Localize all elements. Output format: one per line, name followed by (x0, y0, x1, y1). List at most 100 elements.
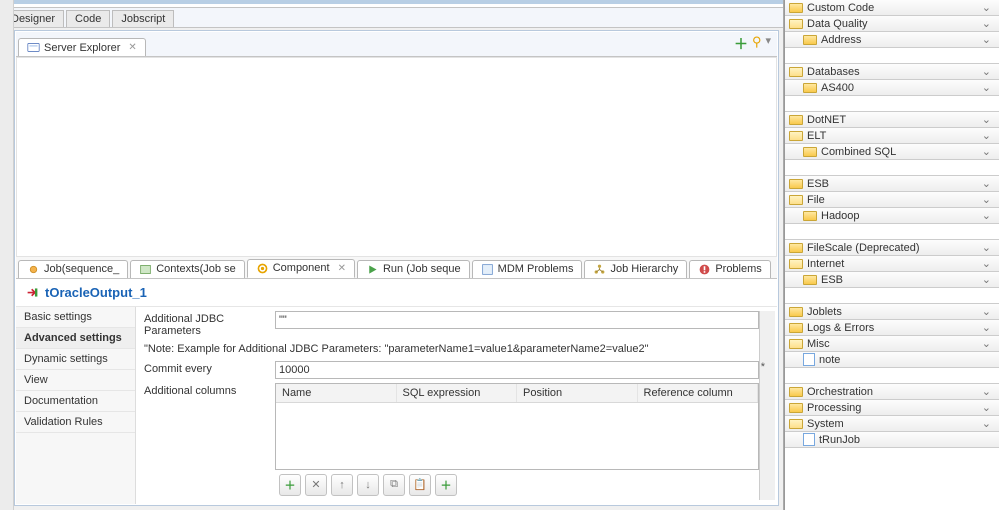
palette-item[interactable]: Processing⌄ (785, 399, 999, 416)
tab-code[interactable]: Code (66, 10, 110, 27)
palette-item[interactable]: ESB⌄ (785, 175, 999, 192)
chevron-down-icon: ⌄ (982, 401, 991, 414)
folder-icon (789, 67, 803, 77)
import-button[interactable]: ＋ (435, 474, 457, 496)
chevron-down-icon: ⌄ (982, 305, 991, 318)
folder-icon (803, 211, 817, 221)
tab-server-explorer[interactable]: Server Explorer ✕ (18, 38, 146, 56)
palette-item[interactable]: Misc⌄ (785, 335, 999, 352)
folder-icon (803, 275, 817, 285)
folder-icon (803, 147, 817, 157)
palette-item[interactable]: Orchestration⌄ (785, 383, 999, 400)
explorer-tabrow: Server Explorer ✕ ＋ ⚲ ▾ (16, 32, 777, 57)
add-row-button[interactable]: ＋ (279, 474, 301, 496)
additional-cols-toolbar: ＋ ✕ ↑ ↓ ⧉ 📋 ＋ (275, 470, 759, 500)
palette-item[interactable]: Joblets⌄ (785, 303, 999, 320)
close-icon[interactable]: ✕ (128, 42, 136, 53)
chevron-down-icon: ⌄ (982, 417, 991, 430)
tab-problems[interactable]: Problems (689, 260, 770, 278)
top-tabrow: Designer Code Jobscript (0, 8, 783, 28)
component-arrow-icon (26, 286, 39, 299)
tab-jobscript[interactable]: Jobscript (112, 10, 174, 27)
tab-run[interactable]: Run (Job seque (357, 260, 470, 278)
link-icon[interactable]: ⚲ (752, 34, 762, 54)
menu-dynamic[interactable]: Dynamic settings (16, 349, 135, 370)
commit-every-label: Commit every (144, 361, 269, 375)
delete-row-button[interactable]: ✕ (305, 474, 327, 496)
file-icon (803, 433, 815, 446)
folder-icon (789, 19, 803, 29)
tab-job[interactable]: Job(sequence_ (18, 260, 128, 278)
play-icon (366, 263, 379, 276)
folder-icon (789, 403, 803, 413)
tab-component[interactable]: Component✕ (247, 259, 355, 278)
tab-hierarchy[interactable]: Job Hierarchy (584, 260, 687, 278)
palette: Custom Code⌄Data Quality⌄Address⌄ Databas… (784, 0, 999, 510)
menu-basic[interactable]: Basic settings (16, 307, 135, 328)
chevron-down-icon: ⌄ (982, 337, 991, 350)
file-icon (803, 353, 815, 366)
folder-icon (789, 339, 803, 349)
palette-item[interactable]: ESB⌄ (785, 271, 999, 288)
folder-icon (789, 3, 803, 13)
move-down-button[interactable]: ↓ (357, 474, 379, 496)
chevron-down-icon: ⌄ (982, 385, 991, 398)
palette-item[interactable]: Address⌄ (785, 31, 999, 48)
server-explorer-icon (27, 41, 40, 54)
palette-item[interactable]: FileScale (Deprecated)⌄ (785, 239, 999, 256)
close-icon[interactable]: ✕ (338, 263, 346, 274)
palette-item[interactable]: Hadoop⌄ (785, 207, 999, 224)
copy-button[interactable]: ⧉ (383, 474, 405, 496)
problems-icon (698, 263, 711, 276)
job-icon (27, 263, 40, 276)
folder-icon (803, 35, 817, 45)
palette-item[interactable]: AS400⌄ (785, 79, 999, 96)
form-scrollbar[interactable] (759, 311, 775, 501)
palette-item[interactable]: Internet⌄ (785, 255, 999, 272)
chevron-down-icon: ⌄ (982, 193, 991, 206)
folder-icon (789, 179, 803, 189)
chevron-down-icon: ⌄ (982, 81, 991, 94)
palette-item[interactable]: Databases⌄ (785, 63, 999, 80)
chevron-down-icon: ⌄ (982, 209, 991, 222)
palette-item[interactable]: File⌄ (785, 191, 999, 208)
chevron-down-icon: ⌄ (982, 65, 991, 78)
commit-every-input[interactable] (275, 361, 759, 379)
palette-item[interactable]: DotNET⌄ (785, 111, 999, 128)
palette-item[interactable]: Combined SQL⌄ (785, 143, 999, 160)
menu-validation[interactable]: Validation Rules (16, 412, 135, 433)
use-field-options-check[interactable]: Use field options (144, 504, 241, 505)
folder-icon (789, 131, 803, 141)
chevron-down-icon: ⌄ (982, 273, 991, 286)
tab-mdm[interactable]: MDM Problems (472, 260, 583, 278)
additional-cols-label: Additional columns (144, 383, 269, 500)
tab-contexts[interactable]: Contexts(Job se (130, 260, 244, 278)
chevron-down-icon: ⌄ (982, 1, 991, 14)
palette-item[interactable]: tRunJob (785, 431, 999, 448)
palette-item[interactable]: Data Quality⌄ (785, 15, 999, 32)
palette-item[interactable]: ELT⌄ (785, 127, 999, 144)
additional-jdbc-input[interactable] (275, 311, 759, 329)
bottom-tabrow: Job(sequence_ Contexts(Job se Component✕… (16, 257, 777, 279)
additional-columns-table[interactable]: Name SQL expression Position Reference c… (275, 383, 759, 470)
palette-item[interactable]: note (785, 351, 999, 368)
chevron-down-icon: ⌄ (982, 113, 991, 126)
component-icon (256, 262, 269, 275)
paste-button[interactable]: 📋 (409, 474, 431, 496)
menu-documentation[interactable]: Documentation (16, 391, 135, 412)
chevron-down-icon: ⌄ (982, 257, 991, 270)
palette-item[interactable]: Logs & Errors⌄ (785, 319, 999, 336)
menu-advanced[interactable]: Advanced settings (16, 328, 135, 349)
menu-view[interactable]: View (16, 370, 135, 391)
menu-icon[interactable]: ▾ (765, 34, 771, 54)
add-icon[interactable]: ＋ (734, 34, 748, 54)
chevron-down-icon: ⌄ (982, 33, 991, 46)
palette-item[interactable]: Custom Code⌄ (785, 0, 999, 16)
folder-icon (789, 243, 803, 253)
move-up-button[interactable]: ↑ (331, 474, 353, 496)
palette-item[interactable]: System⌄ (785, 415, 999, 432)
chevron-down-icon: ⌄ (982, 241, 991, 254)
chevron-down-icon: ⌄ (982, 145, 991, 158)
jdbc-note: "Note: Example for Additional JDBC Param… (144, 341, 759, 357)
chevron-down-icon: ⌄ (982, 177, 991, 190)
